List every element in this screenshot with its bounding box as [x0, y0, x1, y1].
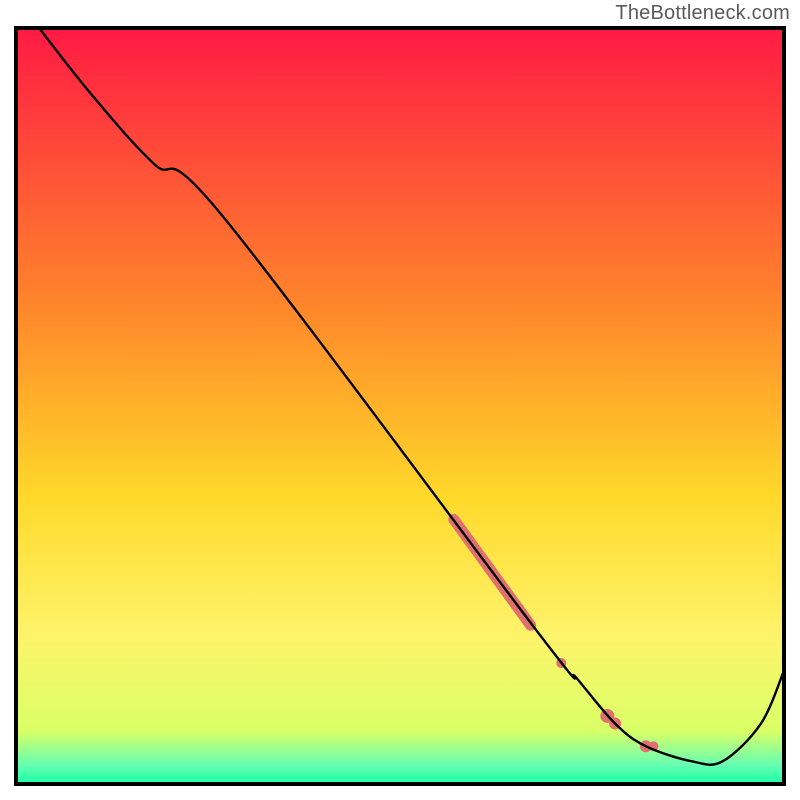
chart-container: TheBottleneck.com — [0, 0, 800, 800]
attribution-text: TheBottleneck.com — [615, 2, 790, 25]
chart-svg — [0, 0, 800, 800]
